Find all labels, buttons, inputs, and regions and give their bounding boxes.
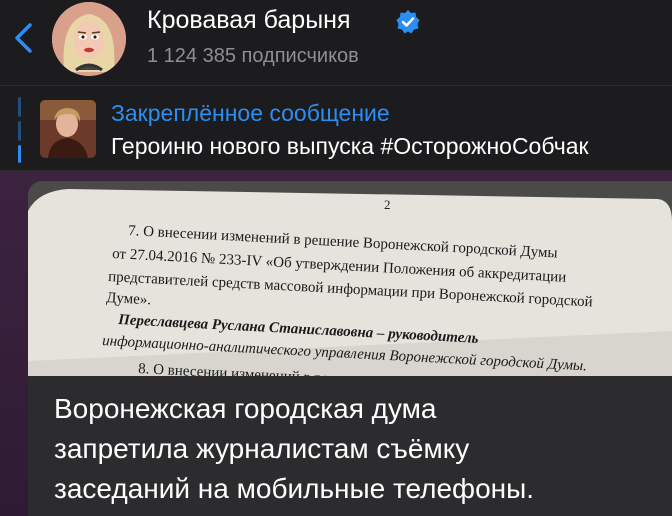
message-photo[interactable]: 2 7. О внесении изменений в решение Воро… xyxy=(28,181,672,376)
verified-badge-icon xyxy=(396,10,420,34)
pinned-preview-text: Героиню нового выпуска #ОсторожноСобчак xyxy=(111,133,589,159)
channel-avatar[interactable] xyxy=(52,2,126,76)
channel-header: Кровавая барыня 1 124 385 подписчиков xyxy=(0,0,672,86)
message-caption: Воронежская городская дума запретила жур… xyxy=(54,389,654,509)
pinned-thumbnail[interactable] xyxy=(40,100,96,158)
subscriber-count: 1 124 385 подписчиков xyxy=(147,45,359,67)
channel-title[interactable]: Кровавая барыня xyxy=(147,4,351,36)
caption-line: запретила журналистам съёмку xyxy=(54,433,470,464)
pinned-indicator xyxy=(18,97,21,163)
chevron-left-icon[interactable] xyxy=(10,20,38,56)
doc-page-number: 2 xyxy=(384,197,391,212)
caption-line: Воронежская городская дума xyxy=(54,393,437,424)
caption-line: заседаний на мобильные телефоны. xyxy=(54,473,535,504)
pinned-title: Закреплённое сообщение xyxy=(111,100,390,126)
doc-line: Думе». xyxy=(106,290,152,308)
